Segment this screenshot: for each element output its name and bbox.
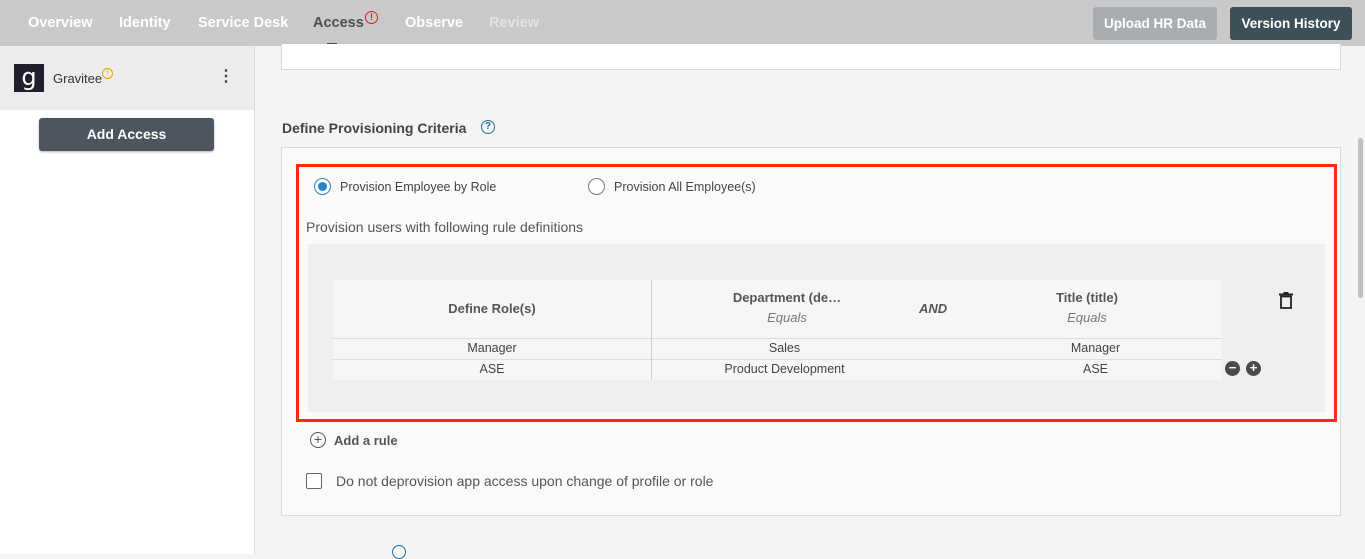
upload-hr-data-button[interactable]: Upload HR Data	[1093, 7, 1217, 40]
previous-section-box	[281, 44, 1341, 70]
main-content: Define Provisioning Criteria ? Provision…	[256, 44, 1356, 559]
scrollbar[interactable]	[1356, 46, 1365, 554]
section-title: Define Provisioning Criteria	[282, 120, 467, 136]
help-icon[interactable]	[392, 545, 406, 559]
add-condition-icon[interactable]: +	[1246, 361, 1261, 376]
sidebar: g Gravitee ! ⋮ Add Access	[0, 46, 255, 554]
add-rule-icon[interactable]: +	[310, 432, 326, 448]
app-header[interactable]: g Gravitee ! ⋮	[0, 46, 254, 110]
tab-review[interactable]: Review	[489, 15, 539, 31]
radio-provision-by-role[interactable]	[314, 178, 331, 195]
cell-department: Product Development	[724, 362, 845, 376]
header-define-roles: Define Role(s)	[333, 280, 651, 338]
add-access-button[interactable]: Add Access	[39, 118, 214, 151]
tab-access[interactable]: Access	[313, 15, 364, 31]
header-title-operator: Equals	[1067, 310, 1107, 325]
cell-role: Manager	[467, 341, 517, 355]
version-history-button[interactable]: Version History	[1230, 7, 1352, 40]
help-icon[interactable]: ?	[481, 120, 495, 134]
remove-condition-icon[interactable]: −	[1225, 361, 1240, 376]
deprovision-label[interactable]: Do not deprovision app access upon chang…	[336, 473, 713, 489]
radio-provision-all-label[interactable]: Provision All Employee(s)	[614, 180, 756, 194]
top-nav: Overview Identity Service Desk Access ! …	[0, 0, 1365, 46]
tab-service-desk[interactable]: Service Desk	[198, 15, 288, 31]
cell-title: ASE	[1082, 362, 1108, 376]
rule-table: Define Role(s) Department (de… Equals Ti…	[333, 280, 1222, 380]
trash-icon[interactable]	[1279, 292, 1293, 309]
deprovision-checkbox[interactable]	[306, 473, 322, 489]
cell-title: Manager	[1070, 341, 1121, 355]
warning-icon: !	[102, 68, 113, 79]
scrollbar-thumb[interactable]	[1358, 138, 1363, 298]
tab-overview[interactable]: Overview	[28, 15, 93, 31]
cell-department: Sales	[768, 341, 801, 355]
cell-role: ASE	[479, 362, 505, 376]
alert-icon: !	[365, 11, 378, 24]
add-rule-link[interactable]: Add a rule	[334, 433, 398, 448]
app-name: Gravitee	[53, 71, 103, 86]
tab-identity[interactable]: Identity	[119, 15, 171, 31]
radio-provision-by-role-label[interactable]: Provision Employee by Role	[340, 180, 496, 194]
tab-observe[interactable]: Observe	[405, 15, 463, 31]
rule-description: Provision users with following rule defi…	[306, 219, 584, 235]
app-logo: g	[14, 64, 44, 92]
radio-provision-all[interactable]	[588, 178, 605, 195]
column-divider	[651, 280, 652, 380]
operator-and: AND	[919, 301, 948, 316]
kebab-menu-icon[interactable]: ⋮	[218, 68, 234, 86]
